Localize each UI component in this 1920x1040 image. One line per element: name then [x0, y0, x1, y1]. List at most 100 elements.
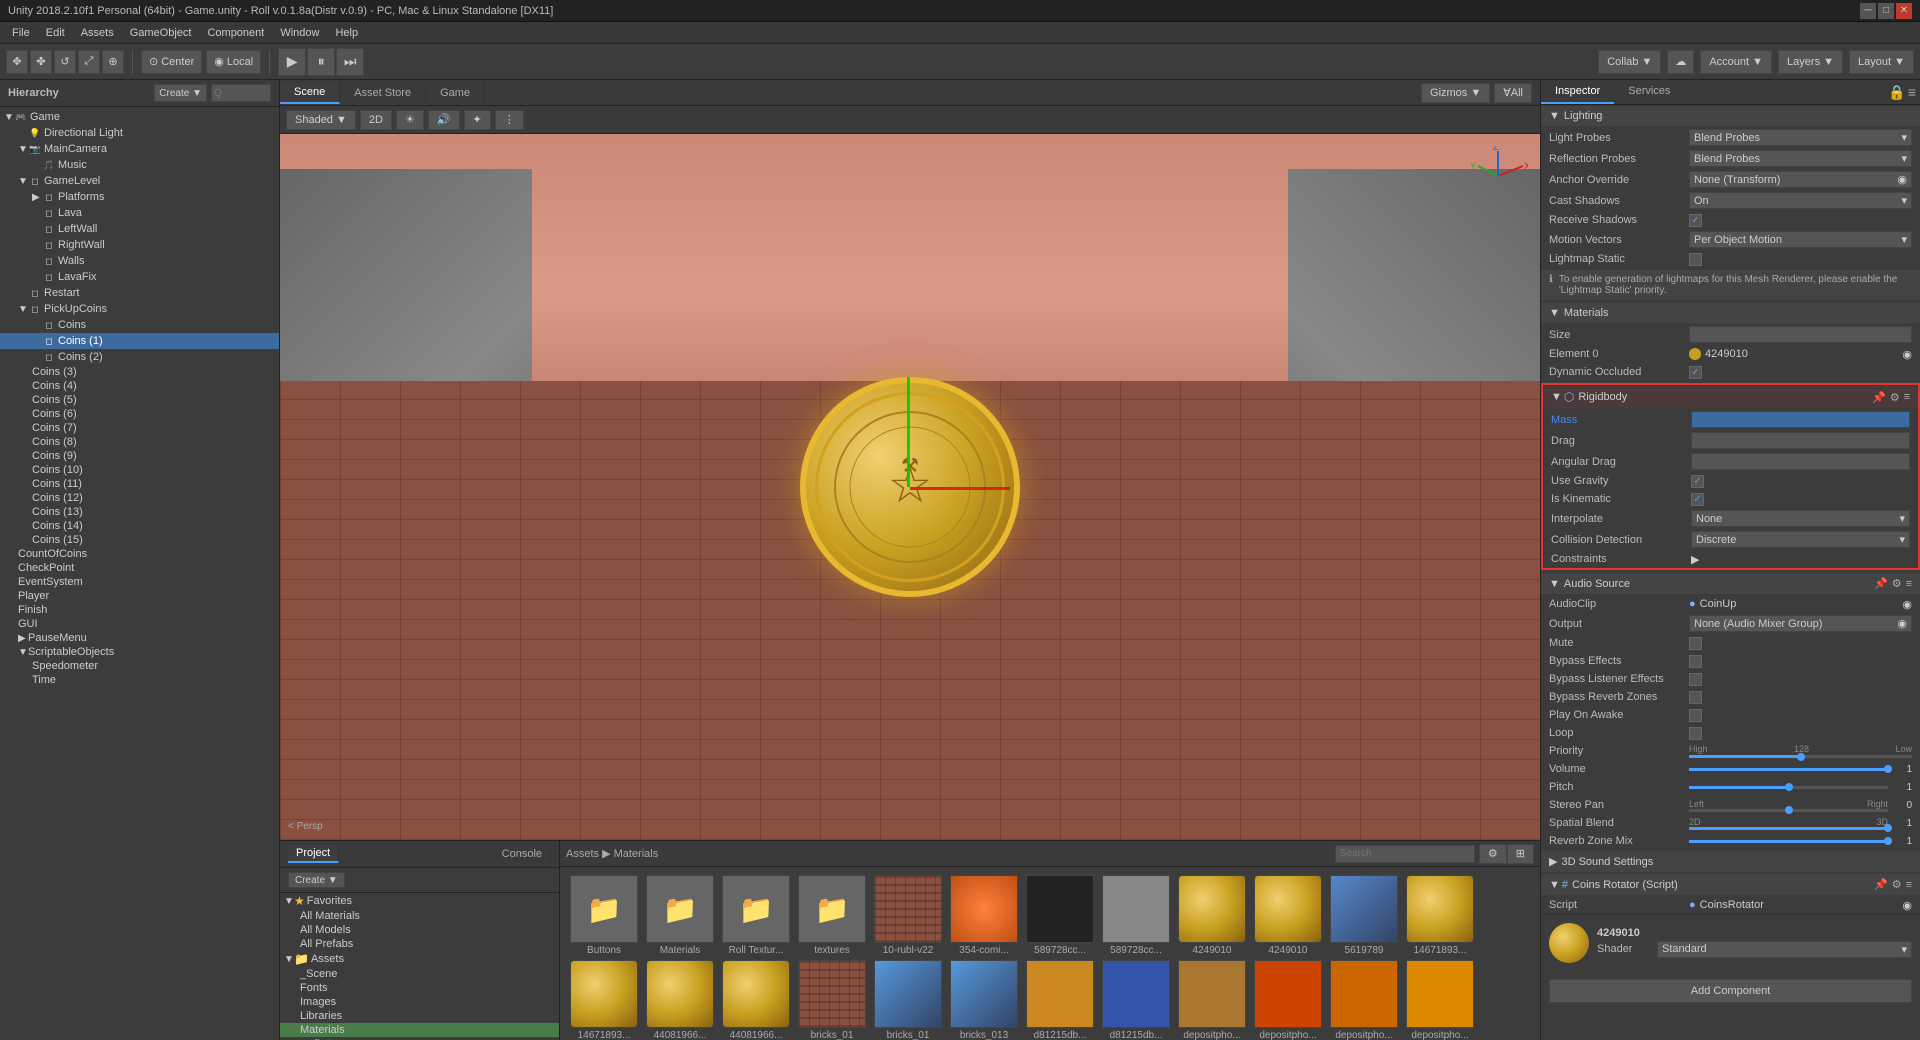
mute-checkbox[interactable]	[1689, 637, 1702, 650]
reflection-probes-dropdown[interactable]: Blend Probes ▾	[1689, 150, 1912, 167]
asset-item-20[interactable]: depositpho...	[1176, 960, 1248, 1040]
all-materials-item[interactable]: All Materials	[280, 909, 559, 923]
bypass-listener-checkbox[interactable]	[1689, 673, 1702, 686]
hierarchy-item-countofcoins[interactable]: CountOfCoins	[0, 547, 279, 561]
stereo-track[interactable]	[1689, 809, 1888, 812]
menu-help[interactable]: Help	[327, 25, 366, 41]
account-button[interactable]: Account ▼	[1700, 50, 1772, 74]
spatial-thumb[interactable]	[1884, 824, 1892, 832]
rigidbody-section-header[interactable]: ▼ ⬡ Rigidbody 📌 ⚙ ≡	[1543, 386, 1918, 408]
hierarchy-item-directionallight[interactable]: 💡 Directional Light	[0, 125, 279, 141]
volume-thumb[interactable]	[1884, 765, 1892, 773]
motion-vectors-dropdown[interactable]: Per Object Motion ▾	[1689, 231, 1912, 248]
sound-settings-header[interactable]: ▶ 3D Sound Settings	[1541, 851, 1920, 872]
mass-input[interactable]: 1	[1691, 411, 1910, 428]
menu-gameobject[interactable]: GameObject	[122, 25, 200, 41]
is-kinematic-checkbox[interactable]	[1691, 493, 1704, 506]
hierarchy-item-leftwall[interactable]: ◻ LeftWall	[0, 221, 279, 237]
bypass-reverb-checkbox[interactable]	[1689, 691, 1702, 704]
asset-item-2[interactable]: 📁Roll Textur...	[720, 875, 792, 956]
interpolate-dropdown[interactable]: None ▾	[1691, 510, 1910, 527]
all-button[interactable]: ∀All	[1494, 83, 1532, 103]
asset-item-13[interactable]: 44081966...	[644, 960, 716, 1040]
hierarchy-item-maincamera[interactable]: ▼ 📷 MainCamera	[0, 141, 279, 157]
gizmos-button[interactable]: Gizmos ▼	[1421, 83, 1490, 103]
hierarchy-item-scriptableobjects[interactable]: ▼ ScriptableObjects	[0, 645, 279, 659]
hierarchy-create-button[interactable]: Create ▼	[154, 84, 207, 102]
play-on-awake-checkbox[interactable]	[1689, 709, 1702, 722]
drag-input[interactable]: 0	[1691, 432, 1910, 449]
script-picker[interactable]: ◉	[1902, 899, 1912, 912]
tab-console[interactable]: Console	[494, 846, 551, 862]
all-prefabs-item[interactable]: All Prefabs	[280, 937, 559, 951]
coins-settings-button[interactable]: ⚙	[1892, 878, 1902, 891]
asset-item-11[interactable]: 14671893...	[1404, 875, 1476, 956]
output-picker[interactable]: ◉	[1897, 617, 1907, 630]
local-button[interactable]: ◉ Local	[206, 50, 261, 74]
audioclip-picker[interactable]: ◉	[1902, 598, 1912, 611]
hierarchy-item-coins1[interactable]: ◻ Coins (1)	[0, 333, 279, 349]
hierarchy-item-coins13[interactable]: Coins (13)	[0, 505, 279, 519]
asset-item-19[interactable]: d81215db...	[1100, 960, 1172, 1040]
asset-item-23[interactable]: depositpho...	[1404, 960, 1476, 1040]
shader-dropdown[interactable]: Standard ▾	[1657, 941, 1912, 958]
cloud-button[interactable]: ☁	[1667, 50, 1694, 74]
menu-edit[interactable]: Edit	[38, 25, 73, 41]
hierarchy-item-coins4[interactable]: Coins (4)	[0, 379, 279, 393]
menu-file[interactable]: File	[4, 25, 38, 41]
scale-tool[interactable]: ⤢	[78, 50, 100, 74]
hierarchy-item-coins11[interactable]: Coins (11)	[0, 477, 279, 491]
window-controls[interactable]: ─ □ ✕	[1860, 3, 1912, 19]
element0-picker-icon[interactable]: ◉	[1902, 348, 1912, 361]
tab-asset-store[interactable]: Asset Store	[340, 83, 426, 103]
asset-item-7[interactable]: 589728cc...	[1100, 875, 1172, 956]
scene-more-button[interactable]: ⋮	[495, 110, 524, 130]
hierarchy-item-coins6[interactable]: Coins (6)	[0, 407, 279, 421]
hierarchy-item-checkpoint[interactable]: CheckPoint	[0, 561, 279, 575]
volume-track[interactable]	[1689, 768, 1888, 771]
minimize-button[interactable]: ─	[1860, 3, 1876, 19]
spatial-track[interactable]	[1689, 827, 1888, 830]
materials-item[interactable]: Materials	[280, 1023, 559, 1037]
all-models-item[interactable]: All Models	[280, 923, 559, 937]
coins-rotator-header[interactable]: ▼ # Coins Rotator (Script) 📌 ⚙ ≡	[1541, 874, 1920, 895]
lightmap-static-checkbox[interactable]	[1689, 253, 1702, 266]
hierarchy-item-walls[interactable]: ◻ Walls	[0, 253, 279, 269]
hierarchy-item-pickupcoins[interactable]: ▼ ◻ PickUpCoins	[0, 301, 279, 317]
inspector-lock-button[interactable]: 🔒	[1888, 84, 1905, 101]
anchor-override-dropdown[interactable]: None (Transform) ◉	[1689, 171, 1912, 188]
asset-item-14[interactable]: 44081966...	[720, 960, 792, 1040]
rigidbody-settings-button[interactable]: ⚙	[1890, 391, 1900, 404]
collision-detection-dropdown[interactable]: Discrete ▾	[1691, 531, 1910, 548]
tab-inspector[interactable]: Inspector	[1541, 80, 1614, 104]
menu-assets[interactable]: Assets	[73, 25, 122, 41]
layout-button[interactable]: Layout ▼	[1849, 50, 1914, 74]
dynamic-occluded-checkbox[interactable]	[1689, 366, 1702, 379]
asset-item-1[interactable]: 📁Materials	[644, 875, 716, 956]
hierarchy-item-pausemenu[interactable]: ▶ PauseMenu	[0, 631, 279, 645]
receive-shadows-checkbox[interactable]	[1689, 214, 1702, 227]
hierarchy-item-finish[interactable]: Finish	[0, 603, 279, 617]
hierarchy-item-coins3[interactable]: Coins (3)	[0, 365, 279, 379]
asset-item-0[interactable]: 📁Buttons	[568, 875, 640, 956]
hierarchy-item-lava[interactable]: ◻ Lava	[0, 205, 279, 221]
asset-item-22[interactable]: depositpho...	[1328, 960, 1400, 1040]
breadcrumb-text[interactable]: Assets ▶ Materials	[566, 847, 658, 860]
hierarchy-item-platforms[interactable]: ▶ ◻ Platforms	[0, 189, 279, 205]
hierarchy-item-coins15[interactable]: Coins (15)	[0, 533, 279, 547]
hierarchy-item-coins7[interactable]: Coins (7)	[0, 421, 279, 435]
hierarchy-item-music[interactable]: 🎵 Music	[0, 157, 279, 173]
lighting-button[interactable]: ☀	[396, 110, 424, 130]
cast-shadows-dropdown[interactable]: On ▾	[1689, 192, 1912, 209]
pitch-thumb[interactable]	[1785, 783, 1793, 791]
asset-item-3[interactable]: 📁textures	[796, 875, 868, 956]
constraints-arrow[interactable]: ▶	[1691, 553, 1699, 566]
rect-tool[interactable]: ⊕	[102, 50, 124, 74]
audio-pin-button[interactable]: 📌	[1874, 577, 1888, 590]
reverb-track[interactable]	[1689, 840, 1888, 843]
hierarchy-item-coins10[interactable]: Coins (10)	[0, 463, 279, 477]
hierarchy-item-eventsystem[interactable]: EventSystem	[0, 575, 279, 589]
audio-source-header[interactable]: ▼ Audio Source 📌 ⚙ ≡	[1541, 573, 1920, 594]
audio-settings-button[interactable]: ⚙	[1892, 577, 1902, 590]
hierarchy-item-rightwall[interactable]: ◻ RightWall	[0, 237, 279, 253]
